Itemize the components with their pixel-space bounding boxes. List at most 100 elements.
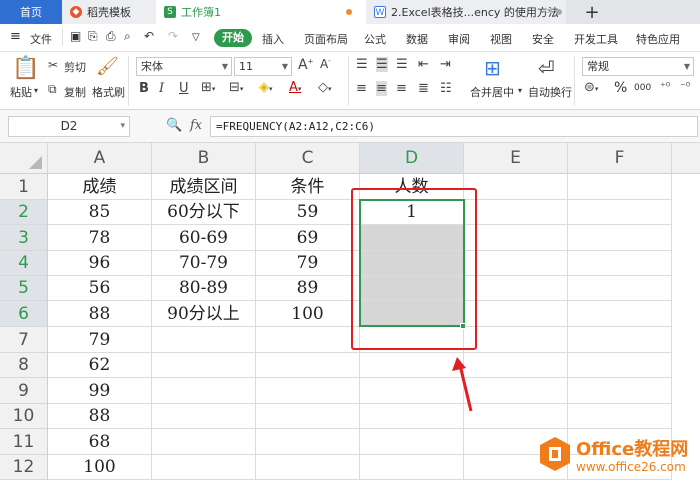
justify-icon[interactable]: ≣ xyxy=(418,81,429,96)
merge-dropdown-icon[interactable]: ▾ xyxy=(518,86,522,95)
row-header[interactable]: 6 xyxy=(0,301,48,327)
cell-b10[interactable] xyxy=(152,404,256,429)
row-header[interactable]: 1 xyxy=(0,174,48,200)
menu-developer[interactable]: 开发工具 xyxy=(574,31,618,47)
thousands-button[interactable]: 000 xyxy=(634,83,651,93)
cell-e6[interactable] xyxy=(464,301,568,327)
row-header[interactable]: 5 xyxy=(0,276,48,301)
cell-b4[interactable]: 70-79 xyxy=(152,251,256,276)
new-tab-button[interactable]: + xyxy=(578,0,606,24)
cell-d11[interactable] xyxy=(360,429,464,455)
cell-a9[interactable]: 99 xyxy=(48,378,152,404)
menu-special-apps[interactable]: 特色应用 xyxy=(636,31,680,47)
row-header[interactable]: 4 xyxy=(0,251,48,276)
column-header-b[interactable]: B xyxy=(152,143,256,174)
cell-e10[interactable] xyxy=(464,404,568,429)
cell-c1[interactable]: 条件 xyxy=(256,174,360,200)
column-header-c[interactable]: C xyxy=(256,143,360,174)
zoom-formula-icon[interactable]: 🔍 xyxy=(166,118,182,133)
increase-decimal-icon[interactable]: ⁺⁰ xyxy=(660,80,670,93)
cell-f10[interactable] xyxy=(568,404,672,429)
cell-f8[interactable] xyxy=(568,353,672,378)
row-header[interactable]: 12 xyxy=(0,455,48,480)
cell-b9[interactable] xyxy=(152,378,256,404)
cell-c3[interactable]: 69 xyxy=(256,225,360,251)
menu-review[interactable]: 审阅 xyxy=(448,31,470,47)
cell-e4[interactable] xyxy=(464,251,568,276)
font-color-icon[interactable]: A▾ xyxy=(289,80,301,95)
wrap-text-button[interactable]: 自动换行 xyxy=(528,84,572,100)
paste-button[interactable]: 粘贴 xyxy=(10,84,32,100)
cell-f4[interactable] xyxy=(568,251,672,276)
number-format-select[interactable]: 常规 ▼ xyxy=(582,57,694,76)
cell-f2[interactable] xyxy=(568,200,672,225)
cell-c7[interactable] xyxy=(256,327,360,353)
formula-input[interactable]: =FREQUENCY(A2:A12,C2:C6) xyxy=(210,116,698,137)
menu-view[interactable]: 视图 xyxy=(490,31,512,47)
decrease-decimal-icon[interactable]: ⁻⁰ xyxy=(680,80,690,93)
cell-a4[interactable]: 96 xyxy=(48,251,152,276)
format-painter-button[interactable]: 格式刷 xyxy=(92,84,125,100)
tab-workbook[interactable]: S 工作簿1 xyxy=(156,0,366,24)
align-right-icon[interactable]: ≡ xyxy=(396,81,407,96)
cell-e8[interactable] xyxy=(464,353,568,378)
italic-icon[interactable]: I xyxy=(159,81,164,96)
cell-b12[interactable] xyxy=(152,455,256,480)
merge-center-icon[interactable]: ⊞ xyxy=(484,56,501,80)
undo-icon[interactable]: ↶ xyxy=(144,29,154,43)
align-top-icon[interactable]: ☰ xyxy=(356,57,368,72)
menu-start[interactable]: 开始 xyxy=(214,29,252,47)
fill-pattern-icon[interactable]: ⊟▾ xyxy=(229,80,243,95)
paste-icon[interactable]: 📋 xyxy=(12,56,39,81)
name-box[interactable]: D2 ▾ xyxy=(8,116,130,137)
cell-a6[interactable]: 88 xyxy=(48,301,152,327)
export-pdf-icon[interactable]: ⎘ xyxy=(88,29,98,44)
column-header-a[interactable]: A xyxy=(48,143,152,174)
cell-e5[interactable] xyxy=(464,276,568,301)
copy-button[interactable]: 复制 xyxy=(64,84,86,100)
decrease-font-icon[interactable]: A- xyxy=(320,57,331,71)
cell-b2[interactable]: 60分以下 xyxy=(152,200,256,225)
menu-formulas[interactable]: 公式 xyxy=(364,31,386,47)
tab-close-dot-icon[interactable] xyxy=(556,9,562,15)
fill-color-icon[interactable]: ◈▾ xyxy=(259,80,273,95)
insert-function-icon[interactable]: fx xyxy=(190,118,202,133)
cell-e9[interactable] xyxy=(464,378,568,404)
wrap-text-icon[interactable]: ⏎ xyxy=(538,56,555,80)
align-middle-icon[interactable]: ☰ xyxy=(376,57,388,72)
row-header[interactable]: 2 xyxy=(0,200,48,225)
save-icon[interactable]: ▣ xyxy=(70,29,81,43)
cell-e2[interactable] xyxy=(464,200,568,225)
column-header-e[interactable]: E xyxy=(464,143,568,174)
underline-icon[interactable]: U xyxy=(179,81,189,96)
menu-insert[interactable]: 插入 xyxy=(262,31,284,47)
cell-b8[interactable] xyxy=(152,353,256,378)
redo-icon[interactable]: ↷ xyxy=(168,29,178,43)
paste-dropdown-icon[interactable]: ▾ xyxy=(34,86,38,95)
cell-f1[interactable] xyxy=(568,174,672,200)
cell-a1[interactable]: 成绩 xyxy=(48,174,152,200)
cell-e7[interactable] xyxy=(464,327,568,353)
column-header-f[interactable]: F xyxy=(568,143,672,174)
print-preview-icon[interactable]: ⌕ xyxy=(124,29,131,44)
cell-a2[interactable]: 85 xyxy=(48,200,152,225)
tab-document[interactable]: W 2.Excel表格技...ency 的使用方法 ▭ xyxy=(366,0,566,24)
cell-f9[interactable] xyxy=(568,378,672,404)
cell-c10[interactable] xyxy=(256,404,360,429)
row-header[interactable]: 9 xyxy=(0,378,48,404)
cell-d12[interactable] xyxy=(360,455,464,480)
cut-button[interactable]: 剪切 xyxy=(64,59,86,75)
row-header[interactable]: 11 xyxy=(0,429,48,455)
currency-icon[interactable]: ⊜▾ xyxy=(584,80,598,95)
cell-c5[interactable]: 89 xyxy=(256,276,360,301)
cell-f3[interactable] xyxy=(568,225,672,251)
hamburger-menu-icon[interactable]: ≡ xyxy=(10,29,21,44)
cell-a7[interactable]: 79 xyxy=(48,327,152,353)
cell-e3[interactable] xyxy=(464,225,568,251)
font-name-select[interactable]: 宋体 ▼ xyxy=(136,57,232,76)
row-header[interactable]: 7 xyxy=(0,327,48,353)
cell-a8[interactable]: 62 xyxy=(48,353,152,378)
clear-format-icon[interactable]: ◇▾ xyxy=(318,80,332,95)
align-left-icon[interactable]: ≡ xyxy=(356,81,367,96)
cell-f7[interactable] xyxy=(568,327,672,353)
